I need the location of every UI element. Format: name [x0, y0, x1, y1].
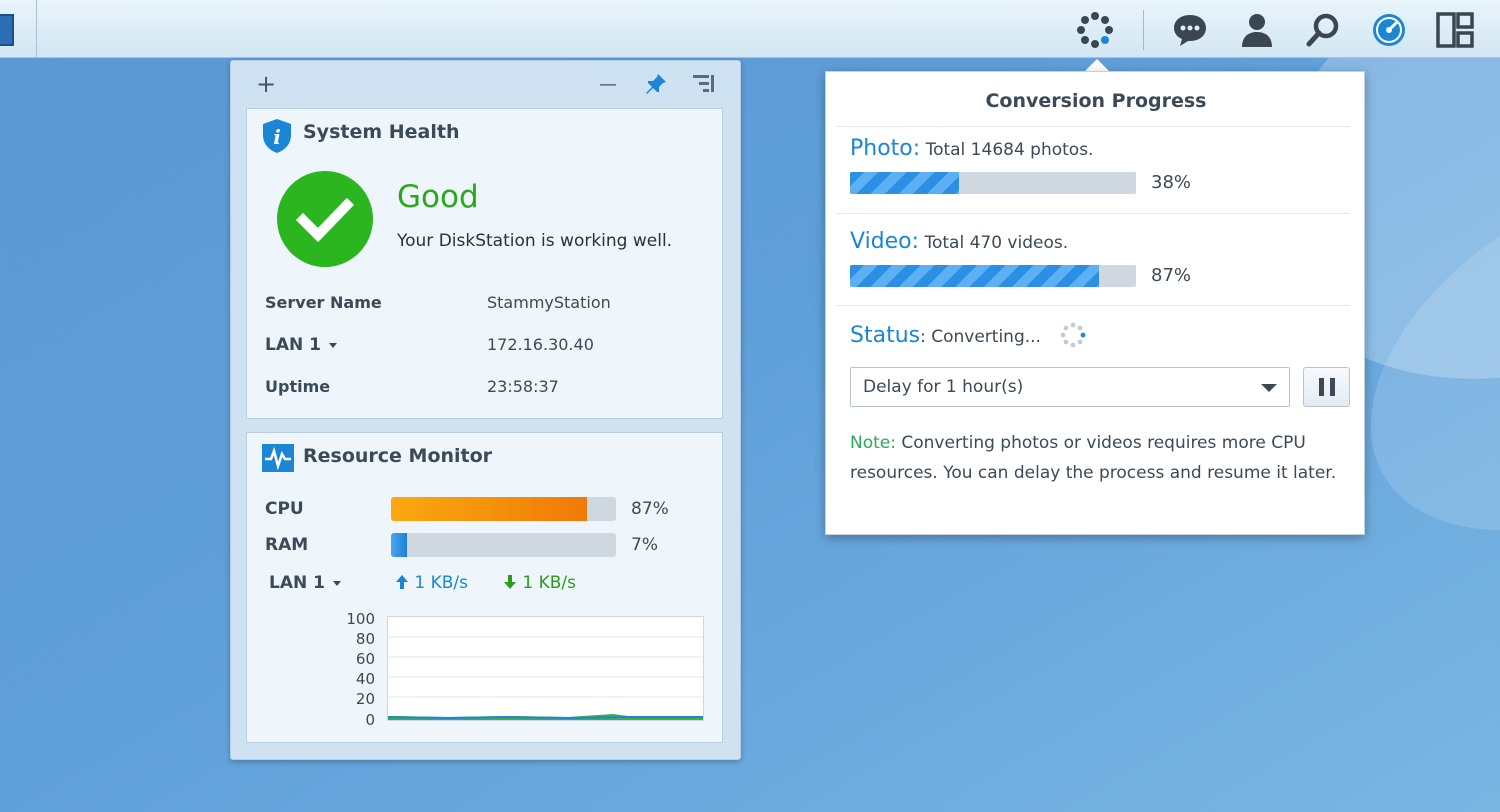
server-name-value: StammyStation	[487, 293, 611, 312]
cpu-label: CPU	[265, 499, 304, 519]
upload-rate-value: 1 KB/s	[414, 573, 469, 593]
activity-monitor-icon	[261, 443, 295, 477]
chat-icon[interactable]	[1170, 10, 1210, 50]
open-app-button[interactable]	[0, 0, 37, 58]
chart-y-tick: 80	[355, 630, 375, 648]
note-key: Note:	[850, 433, 896, 453]
resource-monitor-card: Resource Monitor CPU 87% RAM 7% LAN 1 1 …	[246, 432, 723, 743]
download-rate-value: 1 KB/s	[522, 573, 577, 593]
status-key: Status	[850, 323, 921, 348]
divider	[836, 126, 1350, 127]
ram-percent: 7%	[631, 535, 658, 555]
health-status-check-icon	[277, 171, 373, 267]
resource-monitor-title: Resource Monitor	[303, 445, 493, 467]
widgets-icon[interactable]	[1435, 10, 1475, 50]
divider	[836, 213, 1350, 214]
ram-usage-bar	[391, 533, 616, 557]
pause-icon	[1319, 378, 1324, 396]
chevron-down-icon	[1261, 384, 1277, 392]
resource-monitor-icon[interactable]	[1369, 10, 1409, 50]
pin-icon	[646, 74, 666, 94]
network-chart-plot	[387, 636, 703, 720]
ram-usage-fill	[391, 533, 407, 557]
delay-selected-value: Delay for 1 hour(s)	[863, 377, 1024, 397]
chart-y-tick: 0	[365, 711, 375, 729]
lan-selector[interactable]: LAN 1	[265, 335, 337, 355]
cpu-usage-fill	[391, 497, 587, 521]
search-icon[interactable]	[1303, 10, 1343, 50]
photo-key: Photo:	[850, 136, 921, 161]
app-thumbnail-icon	[0, 14, 14, 46]
gauge-icon	[1373, 14, 1405, 46]
conversion-title: Conversion Progress	[985, 90, 1207, 112]
pause-button[interactable]	[1303, 367, 1350, 407]
video-progress-fill	[850, 265, 1099, 287]
spinner-icon	[1077, 12, 1113, 48]
chart-y-tick: 20	[355, 690, 375, 708]
delay-select[interactable]: Delay for 1 hour(s)	[850, 367, 1290, 407]
photo-total: Total 14684 photos.	[925, 140, 1094, 160]
network-chart	[387, 616, 704, 721]
uptime-value: 23:58:37	[487, 377, 559, 396]
server-name-label: Server Name	[265, 293, 382, 312]
video-row: Video: Total 470 videos.	[850, 229, 1068, 254]
status-text: : Converting...	[920, 327, 1041, 347]
chart-y-tick: 40	[355, 670, 375, 688]
chevron-down-icon	[332, 580, 341, 586]
conversion-note: Note: Converting photos or videos requir…	[850, 428, 1350, 488]
download-rate: 1 KB/s	[503, 573, 576, 593]
taskbar-separator	[1143, 10, 1144, 50]
cpu-percent: 87%	[631, 499, 669, 519]
taskbar	[0, 0, 1500, 58]
photo-progress-fill	[850, 172, 959, 194]
layout-icon	[1436, 12, 1474, 48]
pin-widgets-button[interactable]	[641, 69, 671, 99]
status-row: Status: Converting...	[850, 322, 1086, 348]
info-shield-icon: i	[261, 118, 293, 158]
chat-bubble-icon	[1174, 15, 1206, 46]
note-text: Converting photos or videos requires mor…	[850, 433, 1337, 483]
person-icon	[1242, 14, 1272, 47]
photo-progress-bar	[850, 172, 1136, 194]
video-progress-bar	[850, 265, 1136, 287]
download-arrow-icon	[504, 575, 516, 589]
user-icon[interactable]	[1237, 10, 1277, 50]
lan-ip-value: 172.16.30.40	[487, 335, 594, 354]
network-lan-label: LAN 1	[269, 573, 325, 593]
photo-percent: 38%	[1151, 172, 1192, 193]
chart-y-tick: 100	[346, 610, 375, 628]
video-percent: 87%	[1151, 265, 1192, 286]
network-lan-selector[interactable]: LAN 1	[269, 573, 341, 593]
minimize-widgets-button[interactable]: —	[593, 69, 623, 99]
popup-pointer	[1085, 59, 1109, 71]
widget-toolbar: + —	[231, 61, 740, 107]
video-total: Total 470 videos.	[924, 233, 1069, 253]
upload-arrow-icon	[396, 575, 408, 589]
svg-text:i: i	[273, 125, 281, 149]
loading-spinner-icon	[1060, 322, 1086, 348]
photo-row: Photo: Total 14684 photos.	[850, 136, 1093, 161]
chart-y-tick: 60	[355, 650, 375, 668]
widget-settings-button[interactable]	[688, 69, 718, 99]
lan-label: LAN 1	[265, 335, 321, 355]
divider	[836, 305, 1350, 306]
add-widget-button[interactable]: +	[251, 69, 281, 99]
system-health-card: i System Health Good Your DiskStation is…	[246, 108, 723, 419]
magnifier-icon	[1306, 13, 1339, 47]
system-health-title: System Health	[303, 121, 460, 143]
health-message: Your DiskStation is working well.	[397, 231, 673, 251]
chevron-down-icon	[328, 342, 337, 348]
conversion-progress-popup: Conversion Progress Photo: Total 14684 p…	[825, 71, 1365, 535]
pause-icon	[1330, 378, 1335, 396]
ram-label: RAM	[265, 535, 309, 555]
video-key: Video:	[850, 229, 920, 254]
cpu-usage-bar	[391, 497, 616, 521]
upload-rate: 1 KB/s	[395, 573, 468, 593]
list-settings-icon	[693, 75, 714, 92]
health-status: Good	[397, 179, 479, 215]
conversion-progress-icon[interactable]	[1075, 10, 1115, 50]
widget-panel: + — i System Health Good Your DiskStatio…	[230, 60, 741, 760]
uptime-label: Uptime	[265, 377, 331, 396]
